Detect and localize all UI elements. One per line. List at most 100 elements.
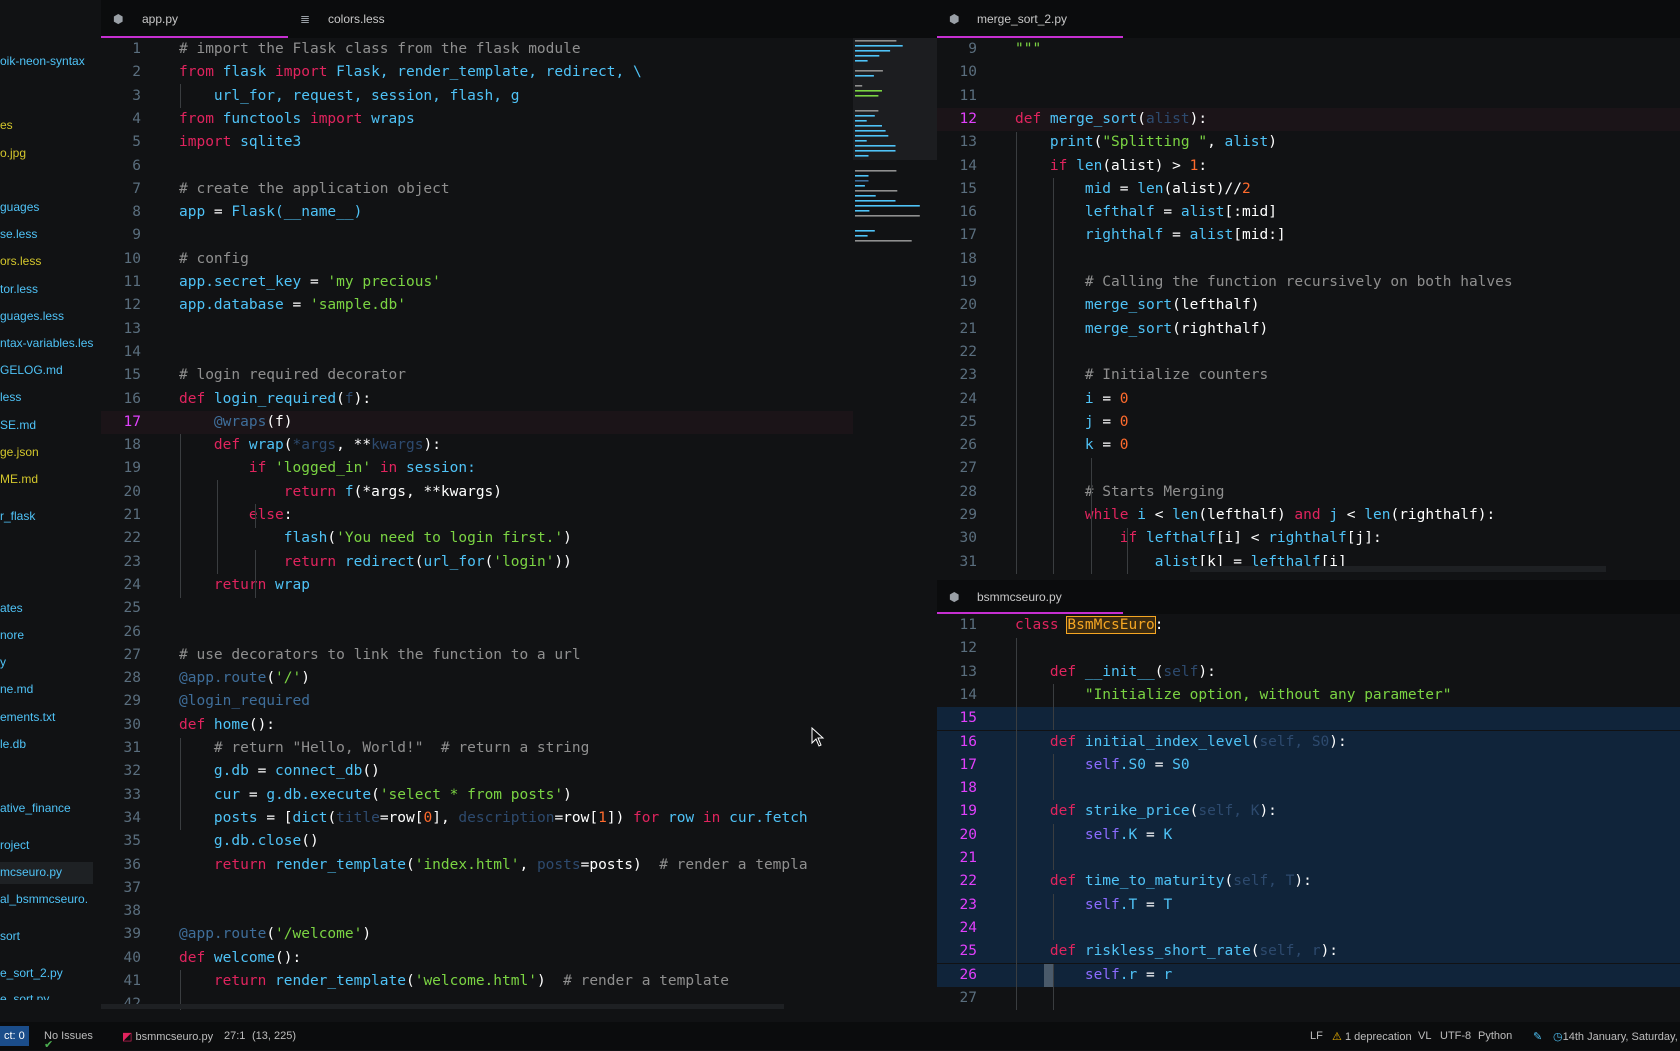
code-line[interactable]: else: (179, 504, 293, 527)
code-line[interactable]: j = 0 (1015, 411, 1129, 434)
code-line[interactable]: def wrap(*args, **kwargs): (179, 434, 441, 457)
code-line[interactable]: def login_required(f): (179, 388, 371, 411)
editor-pane-bsmmcseuro-py[interactable]: 11 class BsmMcsEuro: 12 13 def __init__(sel… (937, 614, 1680, 1010)
tree-item[interactable]: e_sort.py (0, 992, 49, 1000)
line-number[interactable]: 7 (101, 178, 141, 201)
line-number[interactable]: 28 (101, 667, 141, 690)
line-number[interactable]: 20 (937, 824, 977, 847)
line-number[interactable]: 15 (937, 178, 977, 201)
tree-item[interactable]: es (0, 118, 13, 132)
code-line[interactable]: import sqlite3 (179, 131, 301, 154)
code-line[interactable]: # return "Hello, World!" # return a stri… (179, 737, 589, 760)
line-number[interactable]: 14 (101, 341, 141, 364)
tree-item[interactable]: sort (0, 929, 20, 943)
tree-item[interactable]: ME.md (0, 472, 38, 486)
line-number[interactable]: 37 (101, 877, 141, 900)
code-line[interactable]: "Initialize option, without any paramete… (1015, 684, 1452, 707)
line-number[interactable]: 16 (101, 388, 141, 411)
tree-item[interactable]: r_flask (0, 509, 35, 523)
tree-item[interactable]: y (0, 655, 6, 669)
line-number[interactable]: 3 (101, 85, 141, 108)
line-number[interactable]: 6 (101, 155, 141, 178)
line-number[interactable]: 8 (101, 201, 141, 224)
code-line[interactable]: return wrap (179, 574, 310, 597)
line-number[interactable]: 13 (937, 661, 977, 684)
code-line[interactable]: def strike_price(self, K): (1015, 800, 1277, 823)
line-number[interactable]: 30 (937, 527, 977, 550)
tree-item[interactable]: ne.md (0, 682, 33, 696)
code-line[interactable]: if lefthalf[i] < righthalf[j]: (1015, 527, 1382, 550)
code-line[interactable]: def home(): (179, 714, 275, 737)
no-issues-status[interactable]: ✔ No Issues (44, 1030, 93, 1051)
line-number[interactable]: 29 (937, 504, 977, 527)
line-number[interactable]: 38 (101, 900, 141, 923)
line-number[interactable]: 33 (101, 784, 141, 807)
line-number[interactable]: 11 (937, 85, 977, 108)
code-line[interactable]: g.db.close() (179, 830, 319, 853)
line-number[interactable]: 14 (937, 155, 977, 178)
code-line[interactable]: print("Splitting ", alist) (1015, 131, 1277, 154)
code-line[interactable]: i = 0 (1015, 388, 1129, 411)
line-number[interactable]: 12 (101, 294, 141, 317)
line-number[interactable]: 31 (937, 551, 977, 574)
code-line[interactable]: app.database = 'sample.db' (179, 294, 406, 317)
tree-item[interactable]: guages (0, 200, 39, 214)
tree-item[interactable]: guages.less (0, 309, 64, 323)
code-line[interactable]: cur = g.db.execute('select * from posts'… (179, 784, 572, 807)
code-line[interactable]: # import the Flask class from the flask … (179, 38, 581, 61)
line-number[interactable]: 34 (101, 807, 141, 830)
tree-item[interactable]: less (0, 390, 21, 404)
code-line[interactable]: return render_template('index.html', pos… (179, 854, 808, 877)
line-number[interactable]: 16 (937, 201, 977, 224)
line-number[interactable]: 20 (937, 294, 977, 317)
code-line[interactable]: # Calling the function recursively on bo… (1015, 271, 1513, 294)
encoding-status[interactable]: UTF-8 (1440, 1030, 1471, 1042)
line-number[interactable]: 2 (101, 61, 141, 84)
code-line[interactable]: class BsmMcsEuro: (1015, 614, 1163, 637)
tree-item[interactable]: ements.txt (0, 710, 55, 724)
tree-item[interactable]: GELOG.md (0, 363, 63, 377)
code-line[interactable]: while i < len(lefthalf) and j < len(righ… (1015, 504, 1495, 527)
line-number[interactable]: 23 (937, 364, 977, 387)
code-line[interactable]: self.K = K (1015, 824, 1172, 847)
line-number[interactable]: 21 (101, 504, 141, 527)
line-number[interactable]: 5 (101, 131, 141, 154)
code-line[interactable]: flash('You need to login first.') (179, 527, 572, 550)
tab-colors-less[interactable]: ≣ colors.less (288, 0, 478, 38)
tree-item[interactable]: ors.less (0, 254, 41, 268)
code-line[interactable]: self.S0 = S0 (1015, 754, 1190, 777)
line-number[interactable]: 23 (937, 894, 977, 917)
line-number[interactable]: 20 (101, 481, 141, 504)
tree-item[interactable]: se.less (0, 227, 37, 241)
line-number[interactable]: 19 (937, 271, 977, 294)
line-number[interactable]: 14 (937, 684, 977, 707)
code-line[interactable]: return redirect(url_for('login')) (179, 551, 572, 574)
line-number[interactable]: 29 (101, 690, 141, 713)
file-status[interactable]: ◩ bsmmcseuro.py (122, 1030, 213, 1043)
code-line[interactable]: def time_to_maturity(self, T): (1015, 870, 1312, 893)
code-line[interactable]: @app.route('/') (179, 667, 310, 690)
code-line[interactable]: merge_sort(lefthalf) (1015, 294, 1260, 317)
code-line[interactable]: # Starts Merging (1015, 481, 1225, 504)
line-number[interactable]: 18 (937, 248, 977, 271)
line-number[interactable]: 15 (101, 364, 141, 387)
line-number[interactable]: 35 (101, 830, 141, 853)
editor-pane-app-py[interactable]: 1 # import the Flask class from the flask… (101, 38, 853, 1010)
code-line[interactable]: # create the application object (179, 178, 450, 201)
horizontal-scrollbar[interactable] (1190, 566, 1606, 572)
code-line[interactable]: g.db = connect_db() (179, 760, 380, 783)
line-number[interactable]: 21 (937, 318, 977, 341)
line-number[interactable]: 10 (937, 61, 977, 84)
tree-item[interactable]: roject (0, 838, 29, 852)
line-number[interactable]: 26 (937, 434, 977, 457)
line-number[interactable]: 26 (101, 621, 141, 644)
code-line[interactable]: app.secret_key = 'my precious' (179, 271, 441, 294)
code-line[interactable]: @app.route('/welcome') (179, 923, 371, 946)
tree-item[interactable]: o.jpg (0, 146, 26, 160)
line-number[interactable]: 13 (101, 318, 141, 341)
tree-item[interactable]: oik-neon-syntax (0, 54, 85, 68)
code-line[interactable]: def merge_sort(alist): (1015, 108, 1207, 131)
line-number[interactable]: 4 (101, 108, 141, 131)
code-line[interactable]: if 'logged_in' in session: (179, 457, 476, 480)
tree-item[interactable]: nore (0, 628, 24, 642)
